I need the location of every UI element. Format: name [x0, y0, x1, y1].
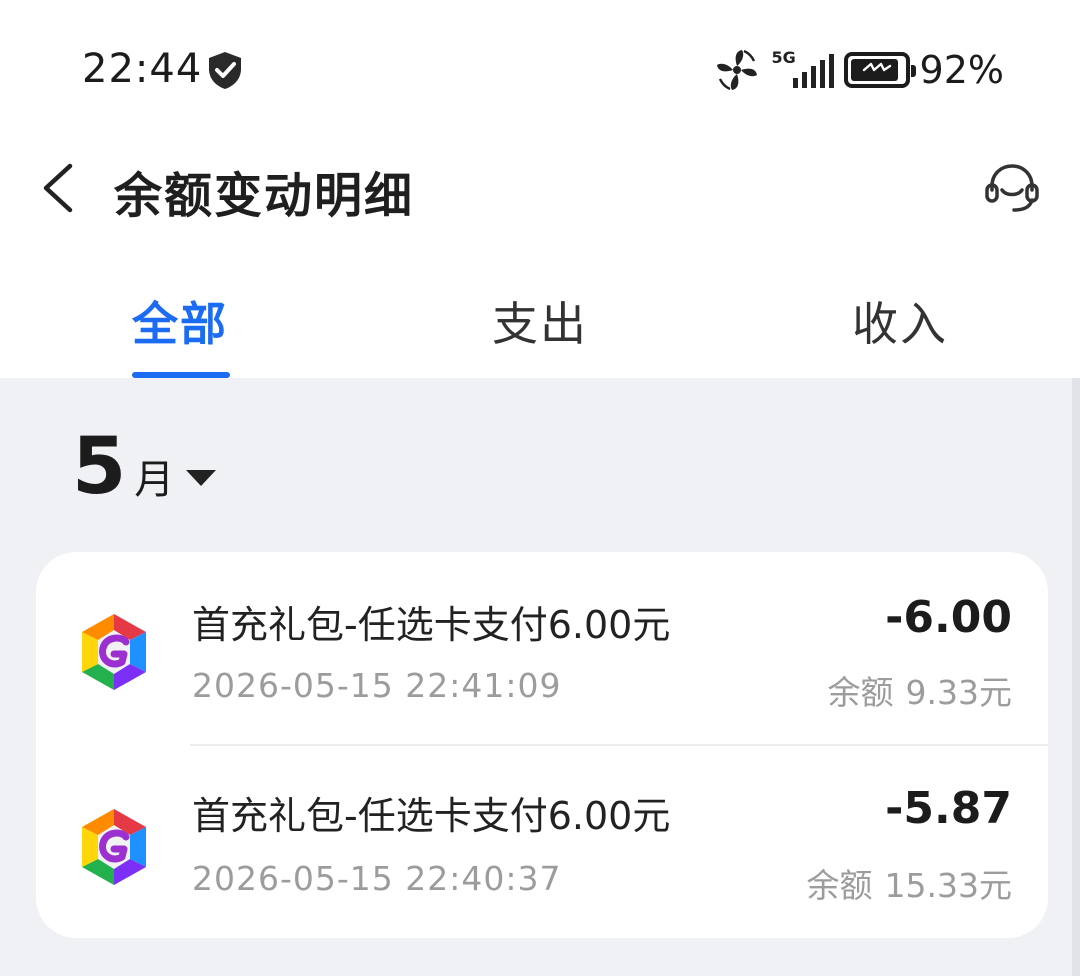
caret-down-icon: [186, 470, 217, 486]
transaction-datetime: 2026-05-15 22:40:37: [192, 859, 562, 898]
balance-value: 15.33元: [884, 866, 1012, 905]
signal-icon: 5G: [772, 48, 834, 92]
battery-icon: [843, 52, 916, 88]
month-unit: 月: [134, 457, 175, 503]
balance-label: 余额: [827, 673, 894, 712]
shield-icon: [209, 52, 241, 89]
tab-income[interactable]: 收入: [852, 288, 948, 354]
transaction-balance: 余额 15.33元: [807, 859, 1012, 907]
transaction-row[interactable]: 首充礼包-任选卡支付6.00元 2026-05-15 22:40:37 -5.8…: [36, 745, 1048, 938]
transaction-title: 首充礼包-任选卡支付6.00元: [192, 603, 671, 647]
month-selector[interactable]: 5 月: [72, 422, 218, 512]
balance-value: 9.33元: [905, 673, 1012, 712]
scrollbar[interactable]: [1072, 378, 1080, 976]
month-number: 5: [72, 422, 127, 512]
status-bar: 22:44 5G 92%: [0, 0, 1080, 140]
transaction-list: 首充礼包-任选卡支付6.00元 2026-05-15 22:41:09 -6.0…: [36, 552, 1048, 938]
tab-bar: 全部 支出 收入: [0, 270, 1080, 378]
status-time: 22:44: [82, 46, 203, 92]
app-logo-icon: [82, 809, 146, 885]
tab-all[interactable]: 全部: [132, 288, 228, 354]
battery-percent: 92%: [919, 48, 1004, 92]
top-panel: 22:44 5G 92% 余额变动明细 全部 支出 收入: [0, 0, 1080, 378]
balance-label: 余额: [806, 866, 873, 905]
back-arrow-icon[interactable]: [38, 160, 78, 216]
transaction-row[interactable]: 首充礼包-任选卡支付6.00元 2026-05-15 22:41:09 -6.0…: [36, 552, 1048, 746]
transaction-balance: 余额 9.33元: [828, 666, 1012, 714]
app-logo-icon: [82, 614, 146, 690]
transaction-title: 首充礼包-任选卡支付6.00元: [192, 794, 671, 838]
fan-icon: [716, 49, 757, 91]
page-title: 余额变动明细: [114, 168, 415, 224]
transaction-datetime: 2026-05-15 22:41:09: [192, 666, 562, 705]
transaction-amount: -6.00: [885, 592, 1012, 643]
tab-active-indicator: [132, 372, 230, 378]
status-icons: 5G 92%: [712, 44, 1004, 96]
transaction-amount: -5.87: [885, 783, 1012, 834]
customer-service-icon[interactable]: [982, 160, 1042, 216]
tab-expense[interactable]: 支出: [492, 288, 588, 354]
